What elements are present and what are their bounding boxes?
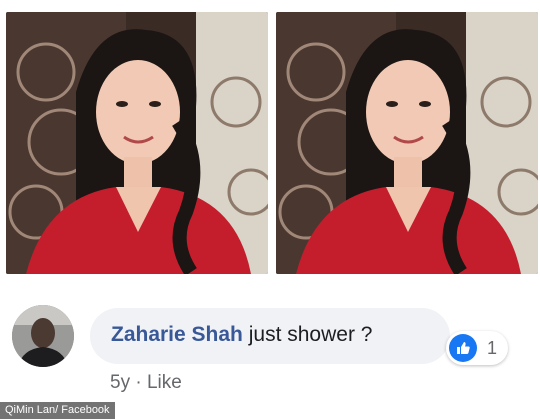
meta-separator: ·: [135, 372, 142, 393]
photo-right[interactable]: [276, 12, 538, 274]
photo-credit: QiMin Lan/ Facebook: [0, 402, 115, 419]
comment-meta: 5y · Like: [110, 372, 182, 394]
comment-body: just shower ?: [248, 323, 373, 346]
photo-strip: [0, 0, 540, 290]
comment-bubble: Zaharie Shah just shower ?: [90, 308, 450, 364]
comment-text: Zaharie Shah just shower ?: [111, 323, 372, 347]
photo-left[interactable]: [6, 12, 268, 274]
comment-timestamp[interactable]: 5y: [110, 372, 130, 393]
like-thumb-icon: [449, 334, 477, 362]
avatar[interactable]: [12, 305, 74, 367]
like-button[interactable]: Like: [147, 372, 182, 393]
comment: Zaharie Shah just shower ? 1 5y · Like: [0, 290, 540, 419]
comment-author[interactable]: Zaharie Shah: [111, 323, 243, 346]
reaction-summary[interactable]: 1: [446, 331, 508, 365]
reaction-count: 1: [487, 337, 498, 358]
